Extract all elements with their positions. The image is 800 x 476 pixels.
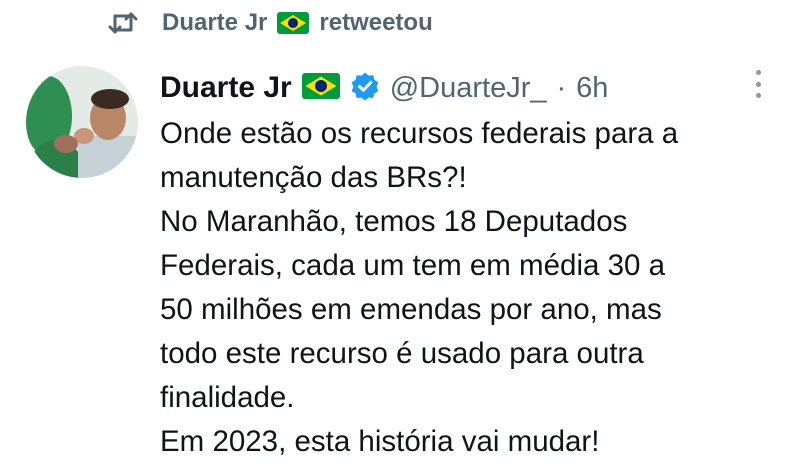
retweet-context: Duarte Jr retweetou [108,6,433,40]
separator-dot: · [556,71,567,104]
author-handle[interactable]: @DuarteJr_ [390,72,547,105]
tweet-timestamp[interactable]: 6h [576,72,608,105]
tweet-text-line: Em 2023, esta história vai mudar! [160,425,600,458]
tweet-text-line: Federais, cada um tem em média 30 a [160,249,666,282]
tweet-text-line: manutenção das BRs?! [160,161,467,194]
verified-badge-icon [350,71,380,106]
retweet-icon [108,10,138,36]
tweet-text-line: finalidade. [160,381,295,414]
more-options-icon[interactable] [748,70,768,98]
retweeter-name[interactable]: Duarte Jr [162,9,267,37]
tweet-text-line: Onde estão os recursos federais para a [160,117,679,150]
brazil-flag-icon [301,72,340,104]
tweet-text-line: 50 milhões em emendas por ano, mas [160,293,662,326]
avatar[interactable] [26,66,138,178]
tweet-text-line: todo este recurso é usado para outra [160,337,644,370]
tweet-text: Onde estão os recursos federais para a m… [160,112,790,464]
author-name[interactable]: Duarte Jr [160,71,292,105]
tweet-text-line: No Maranhão, temos 18 Deputados [160,205,628,238]
retweet-action-label: retweetou [319,9,433,36]
brazil-flag-icon [277,12,310,34]
tweet-header: Duarte Jr @DuarteJr_ · 6h [160,68,608,108]
